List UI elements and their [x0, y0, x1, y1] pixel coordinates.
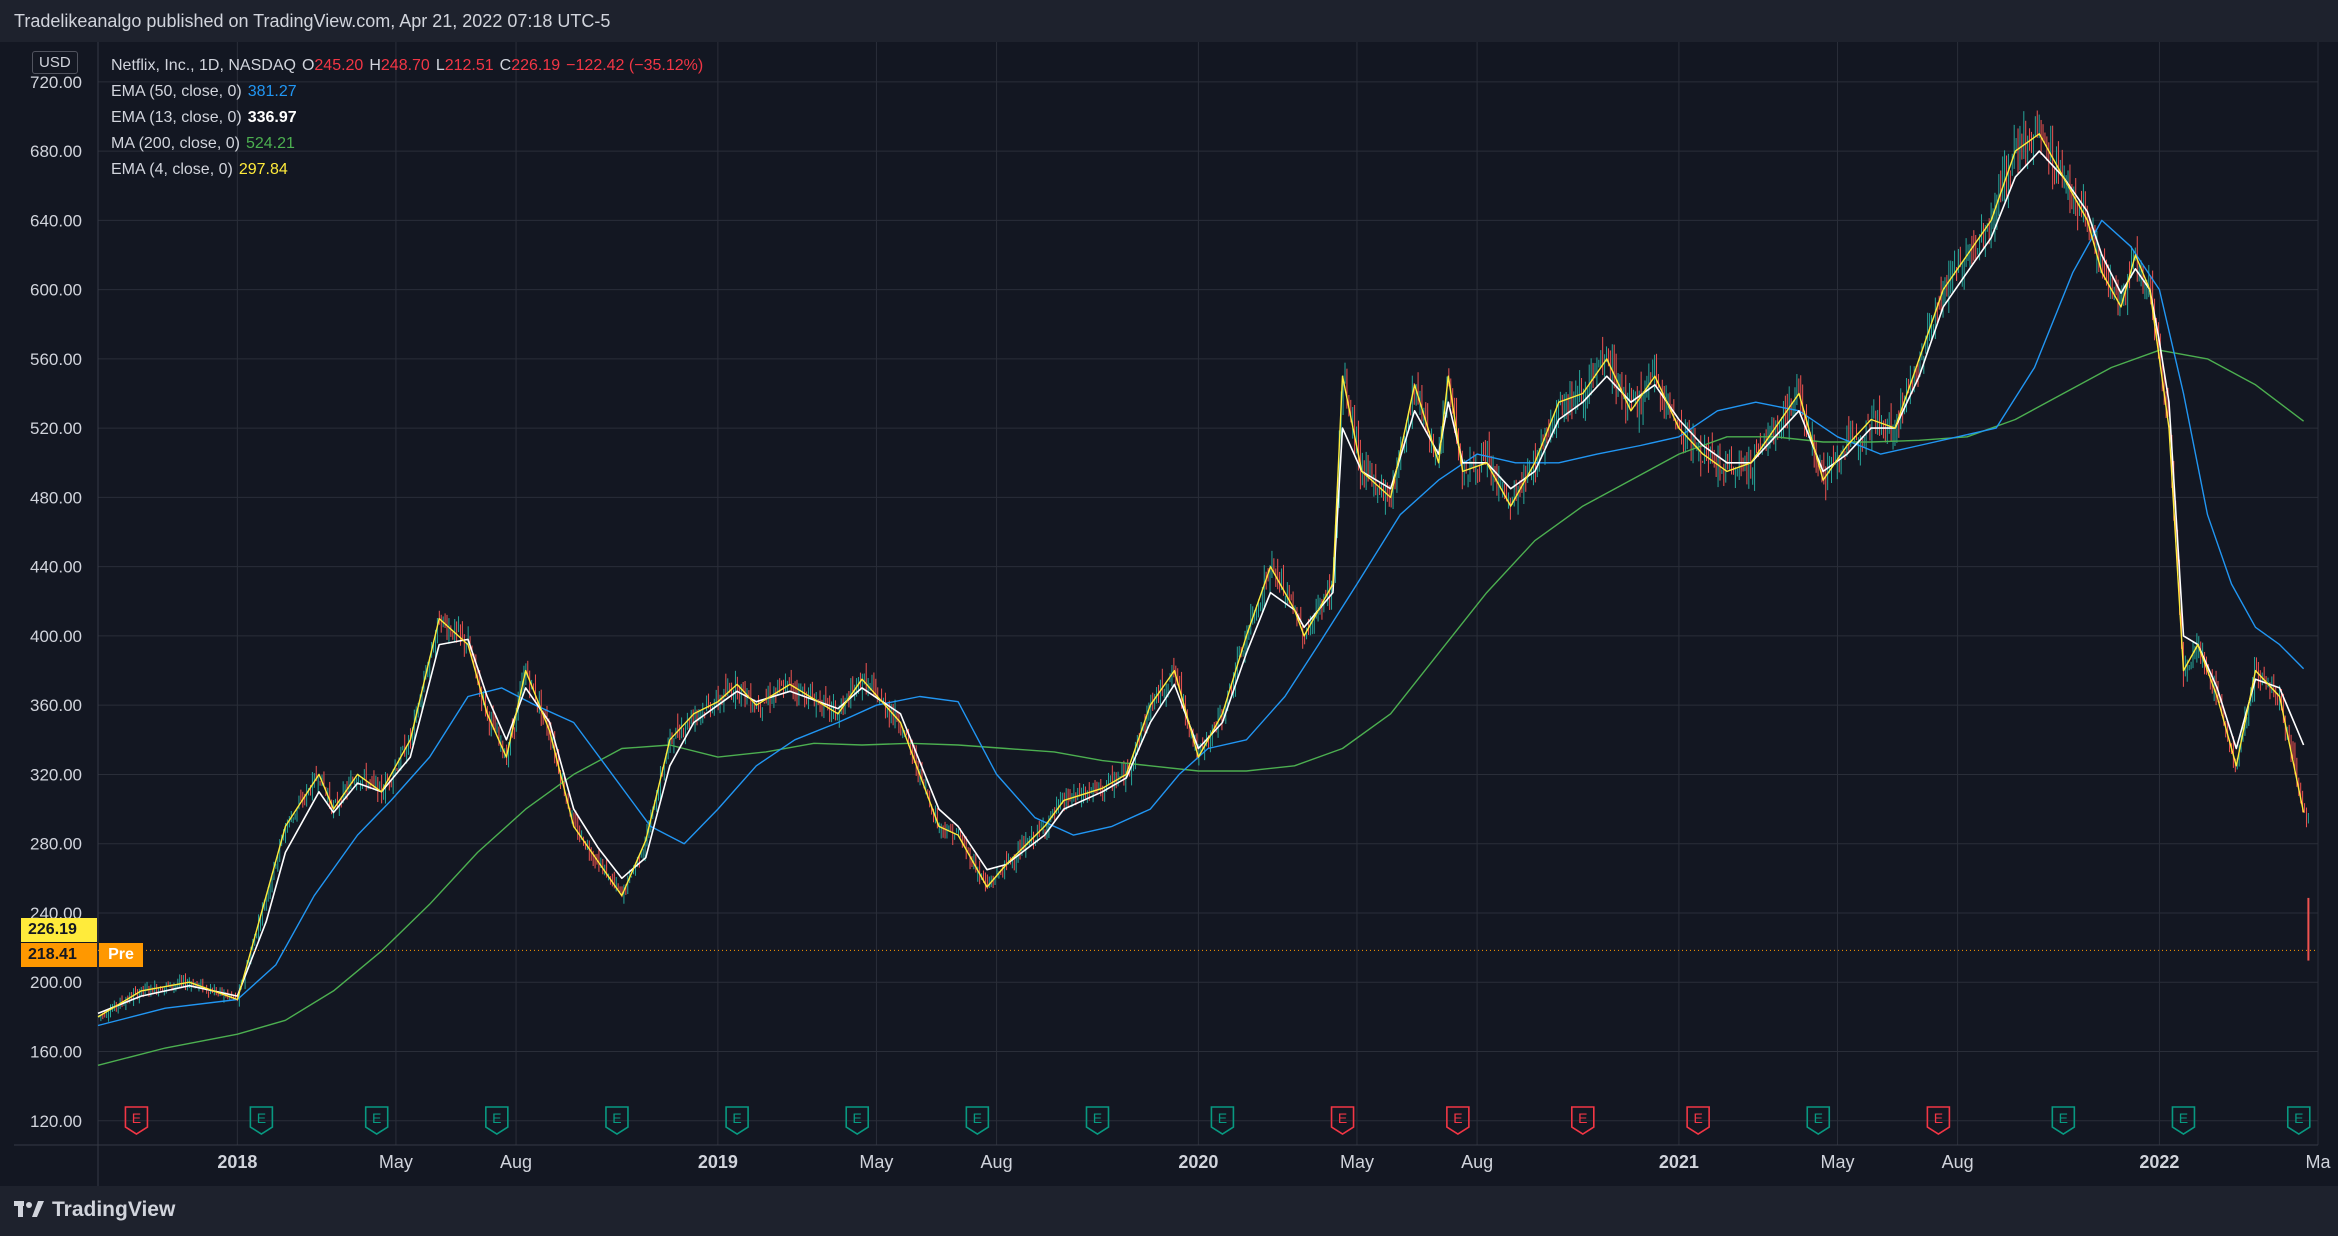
earnings-marker-glyph: E	[2179, 1110, 2188, 1126]
legend-low-label: L	[435, 57, 445, 74]
plot-area[interactable]	[98, 42, 2318, 1145]
earnings-marker-glyph: E	[2059, 1110, 2068, 1126]
legend-low-value: 212.51	[444, 57, 494, 74]
legend-close-label: C	[499, 57, 512, 74]
pre-market-price-tag: 218.41	[21, 943, 97, 967]
y-tick-label: 560.00	[30, 350, 82, 369]
y-tick-label: 160.00	[30, 1042, 82, 1061]
legend-open-value: 245.20	[314, 57, 364, 74]
legend-ohlc-row: Netflix, Inc., 1D, NASDAQ O245.20 H248.70 L…	[111, 53, 709, 79]
indicator-value: 381.27	[247, 83, 297, 100]
legend-change: −122.42 (−35.12%)	[566, 57, 704, 74]
earnings-marker-glyph: E	[612, 1110, 621, 1126]
x-tick-label: May	[1820, 1152, 1854, 1172]
y-tick-label: 320.00	[30, 765, 82, 784]
legend-indicator-ma200[interactable]: MA (200, close, 0) 524.21	[111, 131, 709, 157]
earnings-marker-glyph: E	[1693, 1110, 1702, 1126]
indicator-value: 297.84	[238, 161, 288, 178]
x-tick-label: 2018	[217, 1152, 257, 1172]
x-tick-label: 2021	[1659, 1152, 1699, 1172]
tradingview-logo-icon	[14, 1201, 44, 1217]
earnings-marker-glyph: E	[2294, 1110, 2303, 1126]
tradingview-logo[interactable]: TradingView	[14, 1198, 175, 1222]
legend-open-label: O	[301, 57, 315, 74]
indicator-label: EMA (50, close, 0)	[111, 83, 242, 100]
y-tick-label: 640.00	[30, 211, 82, 230]
y-tick-label: 200.00	[30, 973, 82, 992]
footer-bar	[0, 1186, 2338, 1236]
indicator-value: 524.21	[245, 135, 295, 152]
tradingview-brand: TradingView	[52, 1198, 176, 1221]
x-tick-label: May	[379, 1152, 413, 1172]
earnings-marker-glyph: E	[853, 1110, 862, 1126]
y-tick-label: 120.00	[30, 1112, 82, 1131]
legend-high-label: H	[369, 57, 381, 74]
x-tick-label: 2022	[2139, 1152, 2179, 1172]
x-tick-label: Aug	[1461, 1152, 1493, 1172]
legend-indicator-ema13[interactable]: EMA (13, close, 0) 336.97	[111, 105, 709, 131]
earnings-marker-glyph: E	[132, 1110, 141, 1126]
y-tick-label: 680.00	[30, 142, 82, 161]
earnings-marker-glyph: E	[1934, 1110, 1943, 1126]
legend-indicator-ema50[interactable]: EMA (50, close, 0) 381.27	[111, 79, 709, 105]
legend-close-value: 226.19	[511, 57, 561, 74]
earnings-marker-glyph: E	[973, 1110, 982, 1126]
earnings-marker-glyph: E	[732, 1110, 741, 1126]
legend-indicator-ema4[interactable]: EMA (4, close, 0) 297.84	[111, 157, 709, 183]
indicator-label: MA (200, close, 0)	[111, 135, 240, 152]
price-chart[interactable]: 120.00160.00200.00240.00280.00320.00360.…	[0, 0, 2338, 1236]
y-tick-label: 600.00	[30, 281, 82, 300]
earnings-marker-glyph: E	[1453, 1110, 1462, 1126]
chart-legend: Netflix, Inc., 1D, NASDAQ O245.20 H248.70 L…	[111, 53, 709, 183]
x-tick-label: Aug	[981, 1152, 1013, 1172]
y-tick-label: 280.00	[30, 835, 82, 854]
y-tick-label: 480.00	[30, 488, 82, 507]
x-tick-label: May	[859, 1152, 893, 1172]
y-tick-label: 720.00	[30, 73, 82, 92]
x-tick-label: Ma	[2305, 1152, 2331, 1172]
y-tick-label: 520.00	[30, 419, 82, 438]
x-tick-label: Aug	[500, 1152, 532, 1172]
last-price-tag: 226.19	[21, 918, 97, 942]
earnings-marker-glyph: E	[1218, 1110, 1227, 1126]
x-tick-label: 2019	[698, 1152, 738, 1172]
earnings-marker-glyph: E	[1578, 1110, 1587, 1126]
y-tick-label: 440.00	[30, 558, 82, 577]
earnings-marker-glyph: E	[1814, 1110, 1823, 1126]
currency-badge[interactable]: USD	[32, 51, 78, 74]
legend-symbol: Netflix, Inc., 1D, NASDAQ	[111, 57, 296, 74]
x-tick-label: 2020	[1178, 1152, 1218, 1172]
indicator-label: EMA (4, close, 0)	[111, 161, 233, 178]
indicator-value: 336.97	[247, 109, 297, 126]
legend-high-value: 248.70	[380, 57, 430, 74]
y-tick-label: 360.00	[30, 696, 82, 715]
x-tick-label: Aug	[1942, 1152, 1974, 1172]
earnings-marker-glyph: E	[257, 1110, 266, 1126]
earnings-marker-glyph: E	[492, 1110, 501, 1126]
pre-market-label: Pre	[99, 943, 143, 967]
y-tick-label: 400.00	[30, 627, 82, 646]
x-tick-label: May	[1340, 1152, 1374, 1172]
earnings-marker-glyph: E	[372, 1110, 381, 1126]
indicator-label: EMA (13, close, 0)	[111, 109, 242, 126]
earnings-marker-glyph: E	[1093, 1110, 1102, 1126]
earnings-marker-glyph: E	[1338, 1110, 1347, 1126]
